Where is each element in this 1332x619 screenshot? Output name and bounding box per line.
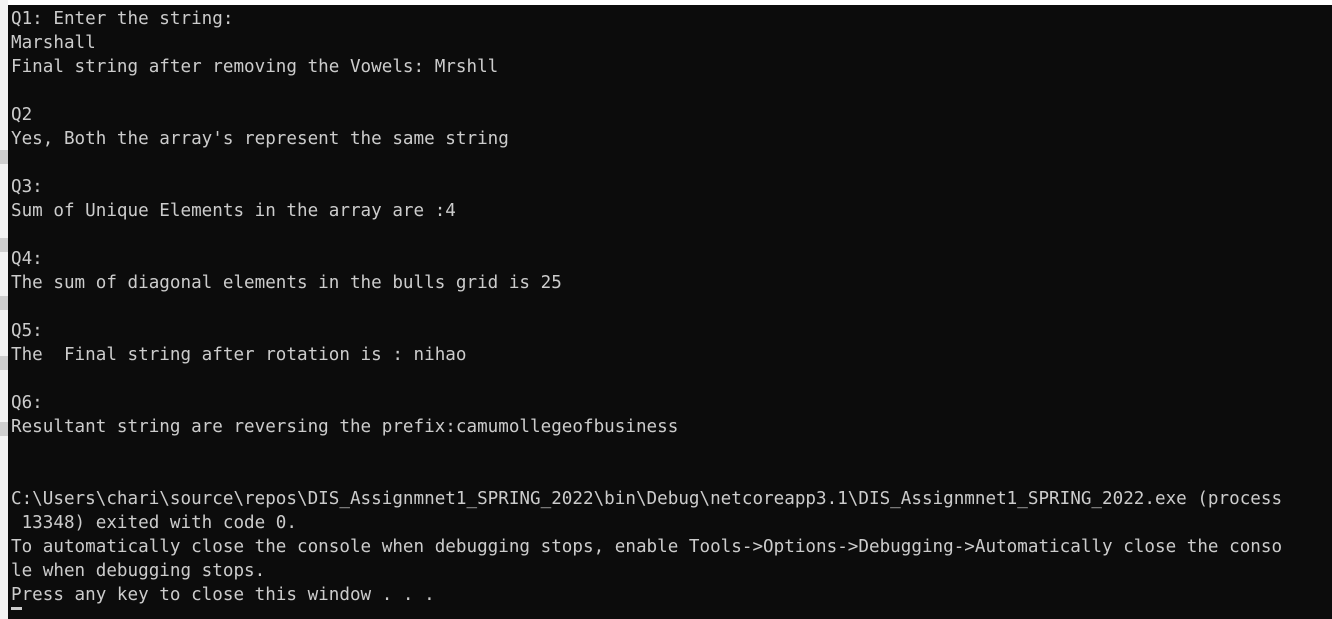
console-window[interactable]: Q1: Enter the string: Marshall Final str… — [8, 5, 1332, 619]
background-window-fragment — [0, 422, 8, 436]
console-line: Press any key to close this window . . . — [11, 585, 435, 605]
screenshot-frame: Q1: Enter the string: Marshall Final str… — [0, 0, 1332, 619]
text-cursor — [11, 607, 22, 610]
background-window-edge — [0, 0, 8, 619]
console-line: To automatically close the console when … — [11, 537, 1283, 557]
background-window-fragment — [0, 238, 8, 252]
background-window-fragment — [0, 150, 8, 164]
console-line: The Final string after rotation is : nih… — [11, 345, 467, 365]
console-line: Final string after removing the Vowels: … — [11, 57, 499, 77]
console-line: Yes, Both the array's represent the same… — [11, 129, 509, 149]
console-line: Sum of Unique Elements in the array are … — [11, 201, 456, 221]
console-line: The sum of diagonal elements in the bull… — [11, 273, 562, 293]
console-line: Resultant string are reversing the prefi… — [11, 417, 679, 437]
console-line: Q2 — [11, 105, 33, 125]
background-window-fragment — [0, 356, 8, 370]
console-line: C:\Users\chari\source\repos\DIS_Assignmn… — [11, 489, 1283, 509]
background-window-fragment — [0, 296, 8, 310]
console-line: Marshall — [11, 33, 96, 53]
console-line: le when debugging stops. — [11, 561, 266, 581]
console-line: Q1: Enter the string: — [11, 9, 234, 29]
console-line: Q5: — [11, 321, 43, 341]
console-line: Q3: — [11, 177, 43, 197]
console-output: Q1: Enter the string: Marshall Final str… — [11, 7, 1282, 607]
console-line: 13348) exited with code 0. — [11, 513, 297, 533]
console-line: Q6: — [11, 393, 43, 413]
console-line: Q4: — [11, 249, 43, 269]
